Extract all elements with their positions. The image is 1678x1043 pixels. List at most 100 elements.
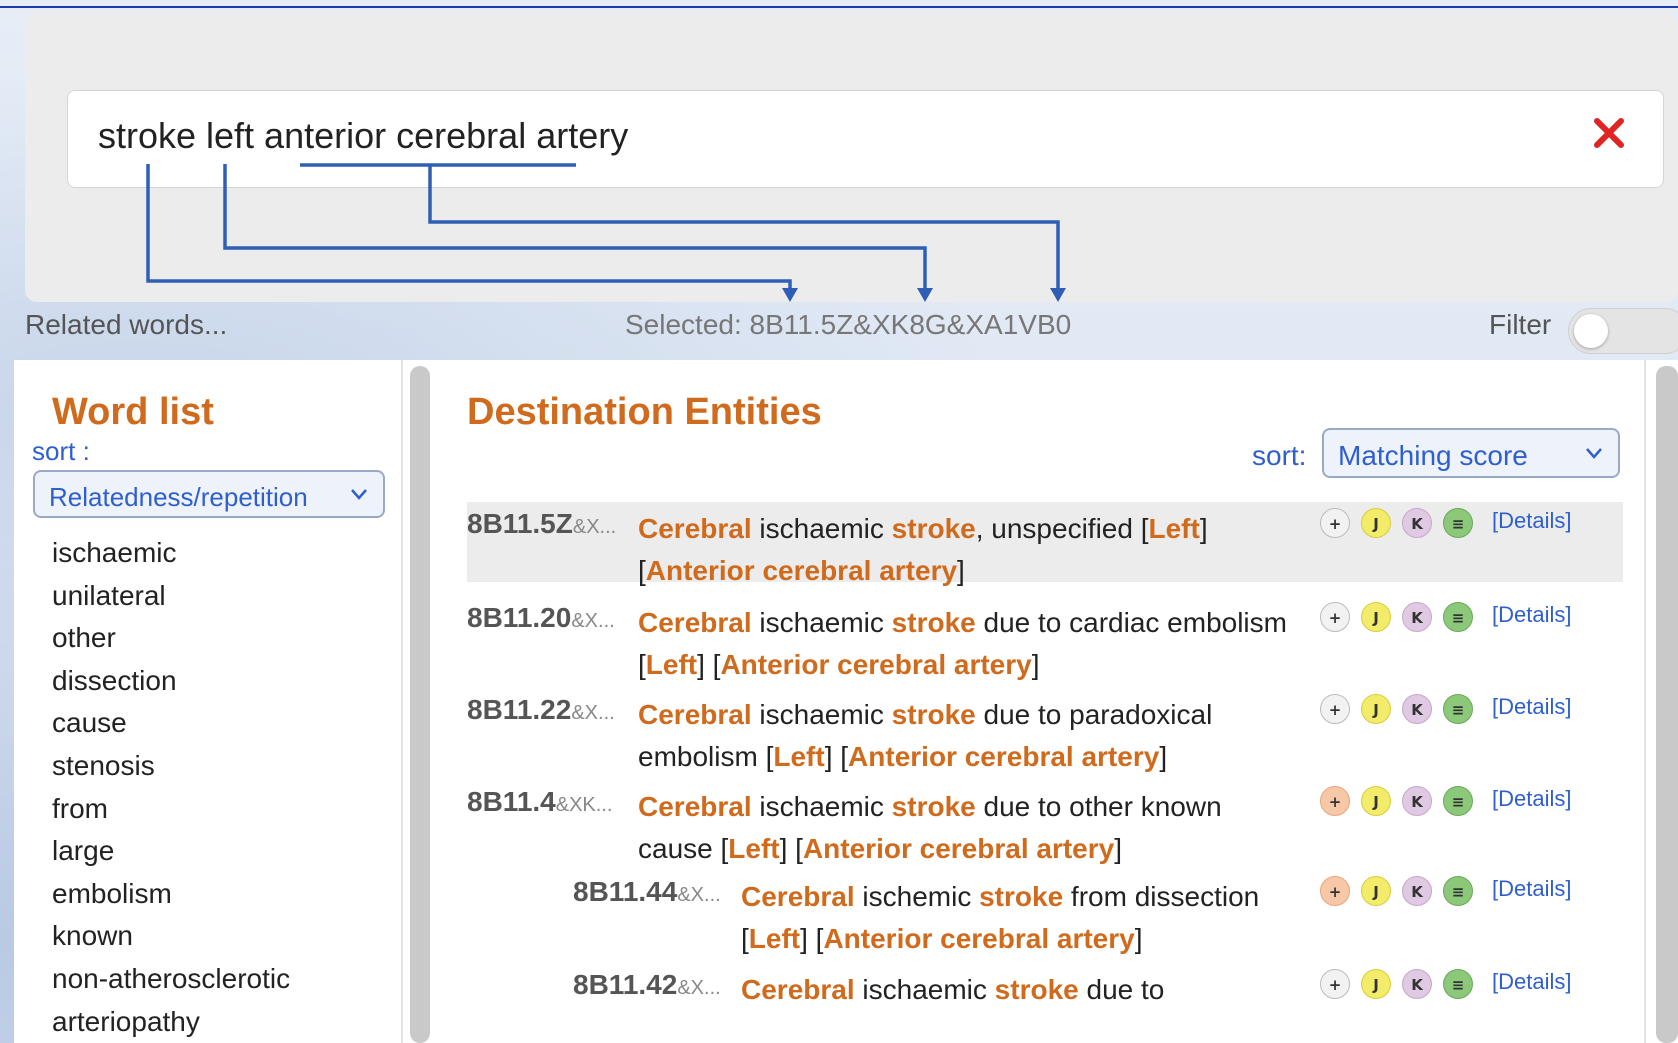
word-item[interactable]: dissection <box>52 660 290 703</box>
plus-icon[interactable]: + <box>1320 969 1350 999</box>
details-link[interactable]: [Details] <box>1492 602 1571 628</box>
matched-term: Cerebral <box>741 881 855 912</box>
entity-text-segment: due to other known <box>975 791 1222 822</box>
plus-icon[interactable]: + <box>1320 876 1350 906</box>
plus-icon[interactable]: + <box>1320 694 1350 724</box>
entity-text-segment: ischaemic <box>751 607 892 638</box>
k-icon[interactable]: K <box>1402 694 1432 724</box>
entity-row[interactable]: 8B11.42&X... Cerebral ischaemic stroke du… <box>467 963 1623 1043</box>
filter-toggle[interactable] <box>1568 308 1678 354</box>
chevron-down-icon <box>351 489 367 500</box>
entity-code: 8B11.44&X... <box>573 876 721 908</box>
details-link[interactable]: [Details] <box>1492 694 1571 720</box>
word-item[interactable]: ischaemic <box>52 532 290 575</box>
word-item[interactable]: arteriopathy <box>52 1001 290 1043</box>
entity-code-main: 8B11.44 <box>573 876 678 907</box>
matched-term: stroke <box>891 699 976 730</box>
k-icon[interactable]: K <box>1402 786 1432 816</box>
list-icon[interactable]: ≡ <box>1443 694 1473 724</box>
close-icon[interactable] <box>1589 113 1629 153</box>
list-icon[interactable]: ≡ <box>1443 786 1473 816</box>
word-item[interactable]: unilateral <box>52 575 290 618</box>
entity-text-segment: ] <box>957 555 965 586</box>
word-item[interactable]: other <box>52 617 290 660</box>
entity-code-extension: &X... <box>571 610 615 632</box>
entity-text-segment: embolism [ <box>638 741 774 772</box>
word-item[interactable]: embolism <box>52 873 290 916</box>
word-list-scrollbar[interactable] <box>410 366 430 1043</box>
matched-term: Anterior cerebral artery <box>848 741 1160 772</box>
k-icon[interactable]: K <box>1402 602 1432 632</box>
k-icon[interactable]: K <box>1402 969 1432 999</box>
plus-icon[interactable]: + <box>1320 508 1350 538</box>
list-icon[interactable]: ≡ <box>1443 602 1473 632</box>
entity-code: 8B11.4&XK... <box>467 786 612 818</box>
list-icon[interactable]: ≡ <box>1443 508 1473 538</box>
entity-title-line: [Anterior cerebral artery] <box>638 550 1316 592</box>
matched-term: Cerebral <box>741 974 855 1005</box>
list-icon[interactable]: ≡ <box>1443 969 1473 999</box>
entity-title-line: Cerebral ischaemic stroke due to other k… <box>638 786 1316 828</box>
entity-title-line: embolism [Left] [Anterior cerebral arter… <box>638 736 1316 778</box>
word-item[interactable]: stenosis <box>52 745 290 788</box>
word-item[interactable]: large <box>52 830 290 873</box>
j-icon[interactable]: J <box>1361 969 1391 999</box>
word-list: ischaemic unilateral other dissection ca… <box>52 532 290 1043</box>
entity-text-segment: ischaemic <box>751 699 892 730</box>
details-link[interactable]: [Details] <box>1492 876 1571 902</box>
matched-term: Anterior cerebral artery <box>645 555 958 586</box>
matched-term: Left <box>728 833 780 864</box>
entity-title: Cerebral ischaemic stroke, unspecified [… <box>638 508 1316 592</box>
entity-code-main: 8B11.42 <box>573 969 678 1000</box>
entity-title: Cerebral ischemic stroke from dissection… <box>741 876 1316 960</box>
matched-term: stroke <box>891 513 976 544</box>
word-item[interactable]: non-atherosclerotic <box>52 958 290 1001</box>
entity-code: 8B11.22&X... <box>467 694 615 726</box>
details-link[interactable]: [Details] <box>1492 786 1571 812</box>
destination-sort-label: sort: <box>1252 440 1307 471</box>
entity-code-extension: &XK... <box>555 794 613 816</box>
matched-term: Cerebral <box>638 791 752 822</box>
word-item[interactable]: cause <box>52 702 290 745</box>
entity-code-extension: &X... <box>677 977 721 999</box>
selected-code: Selected: 8B11.5Z&XK8G&XA1VB0 <box>625 309 1072 340</box>
j-icon[interactable]: J <box>1361 876 1391 906</box>
matched-term: Left <box>748 923 801 954</box>
entity-text-segment: ischemic <box>854 881 980 912</box>
word-list-sort-value: Relatedness/repetition <box>49 482 308 512</box>
j-icon[interactable]: J <box>1361 694 1391 724</box>
entity-text-segment: ] [ <box>800 923 824 954</box>
entity-row[interactable]: 8B11.44&X... Cerebral ischemic stroke fro… <box>467 870 1623 954</box>
entity-text-segment: [ <box>638 649 646 680</box>
entity-title-line: cause [Left] [Anterior cerebral artery] <box>638 828 1316 870</box>
j-icon[interactable]: J <box>1361 786 1391 816</box>
search-input[interactable] <box>98 113 1498 159</box>
entity-text-segment: [ <box>741 923 749 954</box>
word-item[interactable]: from <box>52 788 290 831</box>
plus-icon[interactable]: + <box>1320 786 1350 816</box>
matched-term: Anterior cerebral artery <box>802 833 1115 864</box>
filter-toggle-knob[interactable] <box>1574 314 1608 348</box>
k-icon[interactable]: K <box>1402 508 1432 538</box>
word-list-sort-select[interactable]: Relatedness/repetition <box>33 470 385 518</box>
j-icon[interactable]: J <box>1361 602 1391 632</box>
word-item[interactable]: known <box>52 915 290 958</box>
details-link[interactable]: [Details] <box>1492 508 1571 534</box>
search-box[interactable] <box>67 90 1664 188</box>
plus-icon[interactable]: + <box>1320 602 1350 632</box>
entity-title: Cerebral ischaemic stroke due to <box>741 969 1316 1011</box>
entity-row[interactable]: 8B11.22&X... Cerebral ischaemic stroke du… <box>467 688 1623 772</box>
matched-term: stroke <box>979 881 1064 912</box>
word-list-title: Word list <box>52 391 214 433</box>
j-icon[interactable]: J <box>1361 508 1391 538</box>
entity-row[interactable]: 8B11.5Z&X... Cerebral ischaemic stroke, u… <box>467 502 1623 586</box>
entity-row[interactable]: 8B11.4&XK... Cerebral ischaemic stroke du… <box>467 780 1623 864</box>
destination-sort-select[interactable]: Matching score <box>1322 428 1620 478</box>
word-list-sort-label: sort : <box>32 436 90 466</box>
entity-row[interactable]: 8B11.20&X... Cerebral ischaemic stroke du… <box>467 596 1623 680</box>
list-icon[interactable]: ≡ <box>1443 876 1473 906</box>
entity-list-scrollbar[interactable] <box>1656 366 1678 1043</box>
k-icon[interactable]: K <box>1402 876 1432 906</box>
details-link[interactable]: [Details] <box>1492 969 1571 995</box>
entity-code: 8B11.5Z&X... <box>467 508 616 540</box>
